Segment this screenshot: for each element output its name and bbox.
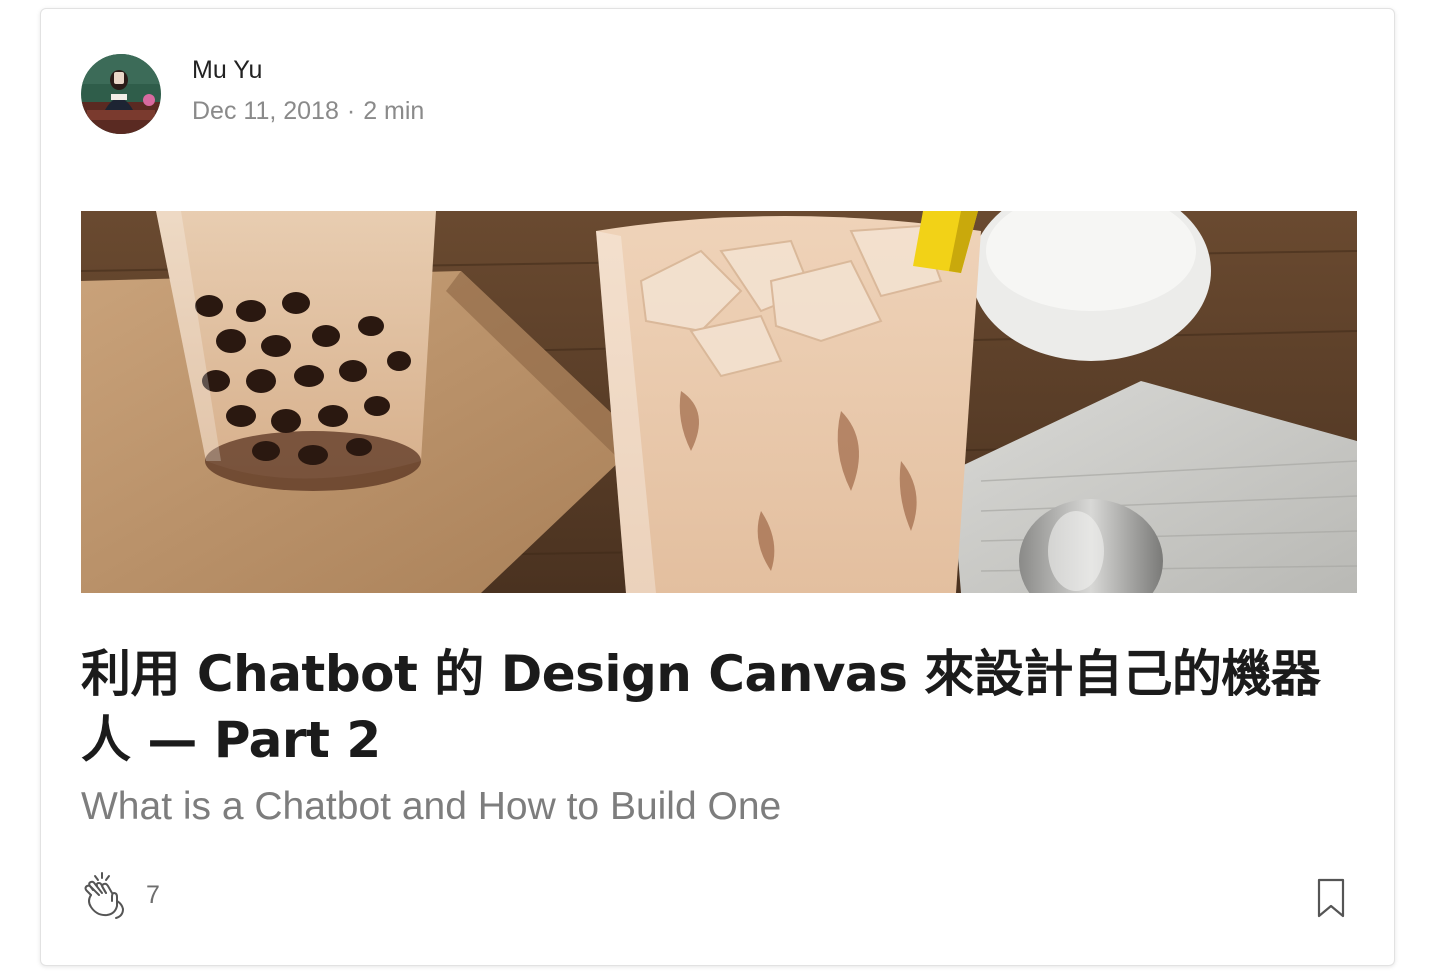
post-date: Dec 11, 2018 [192,97,339,125]
avatar-image [81,54,161,134]
bookmark-button[interactable] [1315,877,1347,919]
clap-button[interactable] [79,871,131,923]
read-time: 2 min [363,97,425,125]
post-subtitle: What is a Chatbot and How to Build One [81,785,782,828]
author-avatar[interactable] [81,54,161,134]
bookmark-icon [1317,878,1345,918]
hero-image[interactable] [81,211,1357,593]
post-card[interactable]: Mu Yu Dec 11, 2018 · 2 min 利用 Chatbot 的 … [40,8,1395,966]
hero-image-illustration [81,211,1357,593]
post-title[interactable]: 利用 Chatbot 的 Design Canvas 來設計自己的機器人 — P… [81,641,1321,773]
clap-count: 7 [146,881,160,909]
meta-separator: · [346,97,356,125]
author-name[interactable]: Mu Yu [192,56,262,85]
clap-icon [84,872,124,919]
post-meta: Dec 11, 2018 · 2 min [192,97,424,126]
